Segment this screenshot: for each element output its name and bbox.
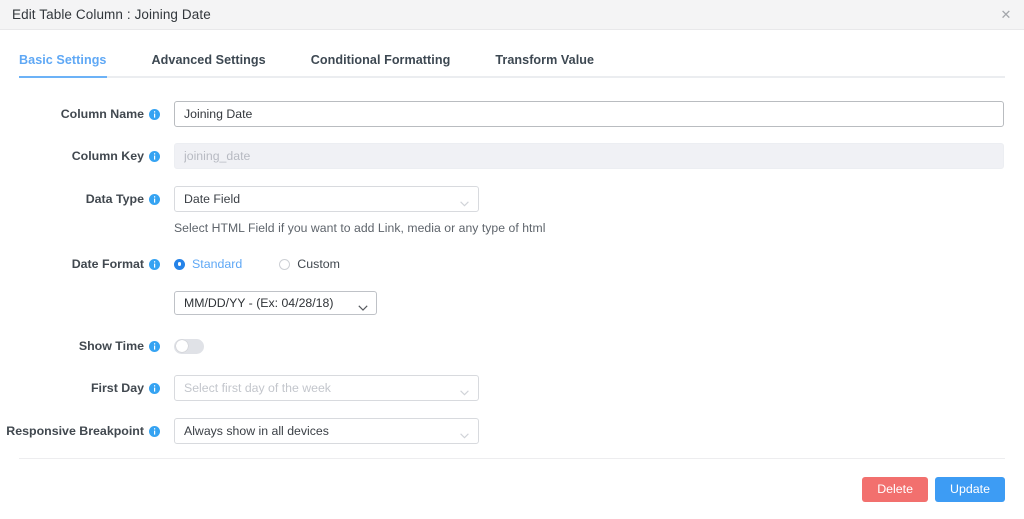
first-day-label: First Day [90,381,144,395]
date-format-select-wrap: MM/DD/YY - (Ex: 04/28/18) [174,291,1024,315]
row-data-type: Data Type Date Field Select HTML Field i… [0,186,1024,235]
chevron-down-icon [460,385,469,396]
data-type-label-group: Data Type [0,186,160,212]
chevron-down-icon [358,300,368,311]
info-icon[interactable] [149,340,160,352]
radio-standard-label: Standard [192,257,243,271]
radio-standard[interactable]: Standard [174,257,242,271]
row-responsive-breakpoint: Responsive Breakpoint Always show in all… [0,418,1024,444]
column-key-label: Column Key [71,149,144,163]
data-type-value: Date Field [184,192,241,206]
first-day-label-group: First Day [0,375,160,401]
row-date-format: Date Format Standard Custom MM/DD/YY - (… [0,251,1024,315]
column-key-input[interactable] [174,143,1004,169]
data-type-field-wrap: Date Field Select HTML Field if you want… [174,186,1024,235]
close-icon[interactable]: ✕ [996,5,1016,25]
column-key-label-group: Column Key [0,143,160,169]
info-icon[interactable] [149,425,160,437]
date-format-select[interactable]: MM/DD/YY - (Ex: 04/28/18) [174,291,377,315]
column-key-field-wrap [174,143,1024,169]
row-show-time: Show Time [0,333,1024,359]
info-icon[interactable] [149,108,160,120]
first-day-placeholder: Select first day of the week [184,381,331,395]
toggle-knob [175,340,188,352]
row-first-day: First Day Select first day of the week [0,375,1024,401]
modal-header: Edit Table Column : Joining Date ✕ [0,0,1024,30]
date-format-radio-group: Standard Custom [174,251,1024,277]
info-icon[interactable] [149,382,160,394]
responsive-breakpoint-label: Responsive Breakpoint [6,424,144,438]
delete-button[interactable]: Delete [862,476,929,502]
column-name-label-group: Column Name [0,101,160,127]
data-type-helper-text: Select HTML Field if you want to add Lin… [174,221,546,235]
responsive-breakpoint-value: Always show in all devices [184,424,329,438]
responsive-breakpoint-field-wrap: Always show in all devices [174,418,1024,444]
date-format-value: MM/DD/YY - (Ex: 04/28/18) [184,296,334,310]
chevron-down-icon [460,428,469,439]
radio-custom-dot[interactable] [279,258,291,270]
tab-bar: Basic Settings Advanced Settings Conditi… [19,30,1005,78]
row-column-name: Column Name [0,101,1024,127]
radio-custom-label: Custom [297,257,340,271]
show-time-toggle[interactable] [174,338,204,354]
info-icon[interactable] [149,150,160,162]
column-name-label: Column Name [60,107,144,121]
date-format-label-group: Date Format [0,251,160,277]
radio-standard-dot[interactable] [174,258,185,270]
data-type-label: Data Type [85,192,144,206]
tab-conditional-formatting[interactable]: Conditional Formatting [311,53,451,76]
tab-basic-settings[interactable]: Basic Settings [19,53,107,78]
modal-footer: Delete Update [19,458,1005,519]
first-day-select[interactable]: Select first day of the week [174,375,479,401]
radio-custom[interactable]: Custom [279,257,340,271]
info-icon[interactable] [149,193,160,205]
update-button[interactable]: Update [935,476,1005,502]
info-icon[interactable] [149,258,160,270]
first-day-field-wrap: Select first day of the week [174,375,1024,401]
date-format-field-wrap: Standard Custom MM/DD/YY - (Ex: 04/28/18… [174,251,1024,315]
page-title: Edit Table Column : Joining Date [12,6,211,22]
show-time-label: Show Time [78,339,144,353]
show-time-label-group: Show Time [0,333,160,359]
row-column-key: Column Key [0,143,1024,169]
column-name-field-wrap [174,101,1024,127]
tab-advanced-settings[interactable]: Advanced Settings [152,53,266,76]
data-type-select[interactable]: Date Field [174,186,479,212]
tab-transform-value[interactable]: Transform Value [495,53,594,76]
show-time-field-wrap [174,333,1024,359]
date-format-label: Date Format [71,257,144,271]
responsive-breakpoint-select[interactable]: Always show in all devices [174,418,479,444]
form-body: Column Name Column Key Data Type [0,78,1024,444]
responsive-breakpoint-label-group: Responsive Breakpoint [0,418,160,444]
chevron-down-icon [460,196,469,207]
column-name-input[interactable] [174,101,1004,127]
